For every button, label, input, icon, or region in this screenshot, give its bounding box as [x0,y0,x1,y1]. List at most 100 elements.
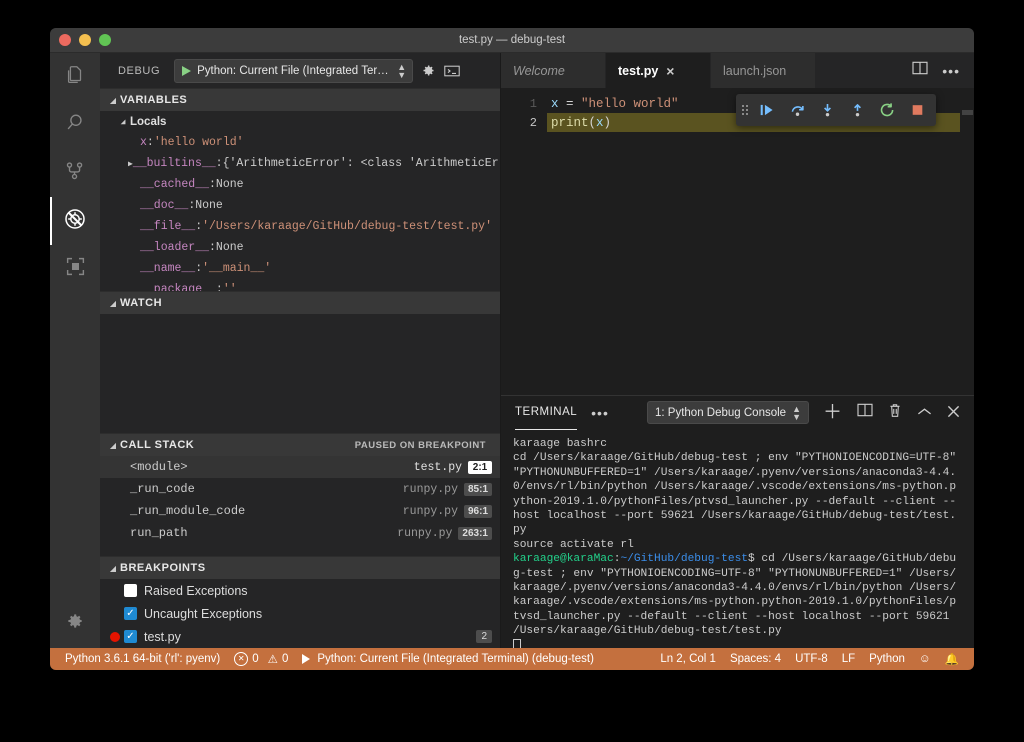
callstack-frame-name: _run_module_code [130,504,246,518]
open-debug-console-button[interactable] [444,64,460,78]
breakpoint-checkbox[interactable]: ✓ [124,630,137,643]
terminal-instance-select[interactable]: 1: Python Debug Console ▲ ▼ [647,401,809,424]
chevron-updown-icon: ▲ ▼ [792,403,801,422]
activity-item-settings[interactable] [50,598,100,648]
editor-tab-actions: ••• [898,53,974,88]
debug-configuration-label: Python: Current File (Integrated Termina… [197,64,392,77]
activity-item-source-control[interactable] [50,149,100,197]
activity-item-explorer[interactable] [50,53,100,101]
variable-name: __name__ [140,262,196,275]
step-into-button[interactable] [814,97,840,123]
terminal-line: source activate rl [513,538,962,552]
watch-section-header[interactable]: ◢ WATCH [100,291,500,314]
close-icon[interactable]: × [666,64,674,78]
editor-tab-label: launch.json [723,63,787,78]
callstack-row[interactable]: _run_code runpy.py 85:1 [100,478,500,500]
variable-row[interactable]: __file__: '/Users/karaage/GitHub/debug-t… [100,216,500,237]
status-warning-count: 0 [281,653,289,665]
activity-item-debug[interactable] [50,197,100,245]
step-over-button[interactable] [784,97,810,123]
editor-tab[interactable]: Welcome [501,53,606,88]
debug-settings-button[interactable] [421,63,436,78]
editor-minimap[interactable] [960,88,974,395]
variable-separator: : [146,136,154,149]
callstack-row[interactable]: run_path runpy.py 263:1 [100,522,500,544]
restart-button[interactable] [874,97,900,123]
smiley-icon[interactable]: ☺ [912,648,938,670]
drag-handle-icon[interactable] [742,105,748,115]
stop-button[interactable] [904,97,930,123]
more-actions-icon[interactable]: ••• [942,63,960,79]
variables-section-header[interactable]: ◢ VARIABLES [100,88,500,111]
terminal-text: ~/GitHub/debug-test [620,553,748,566]
variable-row[interactable]: __package__: '' [100,279,500,291]
status-cursor-position[interactable]: Ln 2, Col 1 [653,648,723,670]
bell-icon[interactable]: 🔔 [938,648,966,670]
close-panel-icon[interactable] [947,405,960,421]
maximize-panel-icon[interactable] [917,405,932,420]
panel-more-icon[interactable]: ••• [591,405,609,421]
breakpoint-row[interactable]: ✓ test.py 2 [100,625,500,648]
terminal-line: karaage@karaMac:~/GitHub/debug-test$ cd … [513,552,962,638]
variable-row[interactable]: __cached__: None [100,174,500,195]
debug-configuration-select[interactable]: Python: Current File (Integrated Termina… [174,58,414,83]
gutter-line[interactable]: 2 [501,113,547,132]
watch-section-body[interactable] [100,314,500,433]
terminal-output[interactable]: karaage bashrc cd /Users/karaage/GitHub/d… [501,429,974,648]
status-error-count: 0 [252,653,259,665]
callstack-row[interactable]: <module> test.py 2:1 [100,456,500,478]
workbench: DEBUG Python: Current File (Integrated T… [50,53,974,648]
variable-value: '/Users/karaage/GitHub/debug-test/test.p… [202,220,492,233]
breakpoint-checkbox[interactable]: ✓ [124,607,137,620]
variable-separator: : [209,241,216,254]
editor-code[interactable]: x = "hello world" print(x) [547,88,974,395]
breakpoint-row[interactable]: Raised Exceptions [100,579,500,602]
panel-tab-terminal[interactable]: TERMINAL [515,396,578,430]
step-out-button[interactable] [844,97,870,123]
variable-row[interactable]: __loader__: None [100,237,500,258]
variable-row[interactable]: __doc__: None [100,195,500,216]
split-terminal-icon[interactable] [857,403,873,422]
status-debug-config[interactable]: Python: Current File (Integrated Termina… [295,648,601,670]
status-python-interpreter[interactable]: Python 3.6.1 64-bit ('rl': pyenv) [58,648,227,670]
status-indentation[interactable]: Spaces: 4 [723,648,788,670]
play-icon[interactable] [182,65,192,76]
warning-icon: ⚠ [267,654,278,666]
status-language-mode[interactable]: Python [862,648,912,670]
activity-item-extensions[interactable] [50,245,100,293]
code-editor[interactable]: 12 x = "hello world" print(x) [501,88,974,395]
editor-tab[interactable]: launch.json [711,53,816,88]
breakpoint-checkbox[interactable] [124,584,137,597]
terminal-instance-label: 1: Python Debug Console [655,406,787,419]
status-eol[interactable]: LF [835,648,862,670]
new-terminal-icon[interactable]: ＋ [823,403,842,422]
variable-separator: : [215,283,223,291]
status-problems[interactable]: ✕ 0 ⚠ 0 [227,648,295,670]
variable-row[interactable]: __name__: '__main__' [100,258,500,279]
chevron-updown-icon: ▲ ▼ [397,61,407,80]
variable-separator: : [195,220,203,233]
kill-terminal-icon[interactable] [888,403,902,423]
status-bar-left: Python 3.6.1 64-bit ('rl': pyenv) ✕ 0 ⚠ … [50,648,601,670]
activity-item-search[interactable] [50,101,100,149]
variable-row[interactable]: x: 'hello world' [100,132,500,153]
status-encoding[interactable]: UTF-8 [788,648,835,670]
minimap-slider[interactable] [962,110,973,115]
editor-tab[interactable]: test.py × [606,53,711,88]
variables-scope-locals[interactable]: ◢ Locals [100,111,500,132]
window-controls[interactable] [59,34,111,46]
split-editor-icon[interactable] [912,61,928,80]
editor-gutter[interactable]: 12 [501,88,547,395]
minimize-window-button[interactable] [79,34,91,46]
continue-button[interactable] [754,97,780,123]
terminal-text: karaage@karaMac [513,553,614,566]
callstack-section-header[interactable]: ◢ CALL STACK PAUSED ON BREAKPOINT [100,433,500,456]
maximize-window-button[interactable] [99,34,111,46]
breakpoints-section-header[interactable]: ◢ BREAKPOINTS [100,556,500,579]
callstack-row[interactable]: _run_module_code runpy.py 96:1 [100,500,500,522]
variable-row[interactable]: ▶ __builtins__: {'ArithmeticError': <clas… [100,153,500,174]
gutter-line[interactable]: 1 [501,94,547,113]
panel-actions: ＋ [823,403,960,423]
close-window-button[interactable] [59,34,71,46]
breakpoint-row[interactable]: ✓ Uncaught Exceptions [100,602,500,625]
